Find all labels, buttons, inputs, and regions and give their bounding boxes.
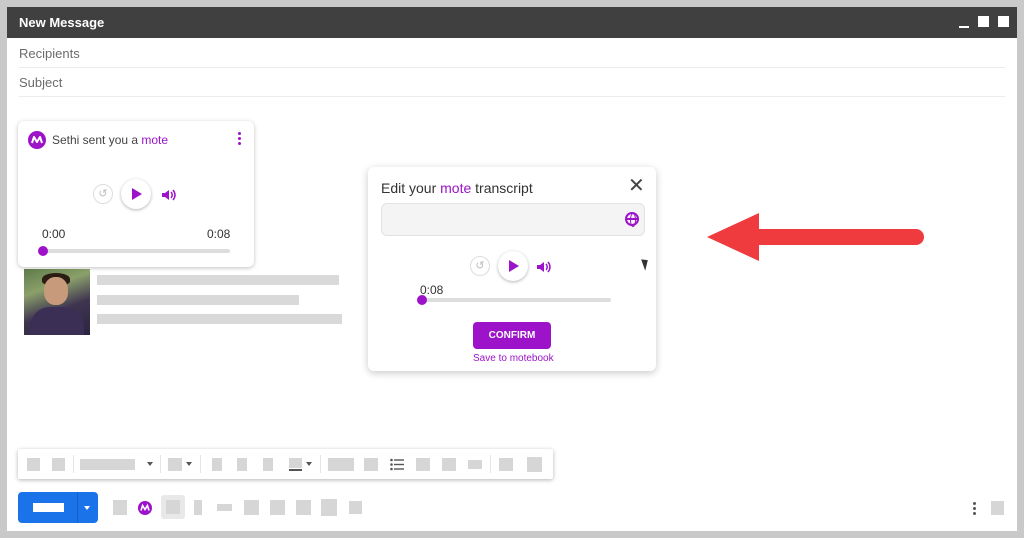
bold-icon[interactable] — [212, 458, 222, 471]
text-color-icon[interactable] — [289, 458, 302, 468]
close-icon[interactable]: ✕ — [628, 176, 645, 196]
mote-brand-word: mote — [141, 133, 169, 147]
send-button[interactable] — [18, 492, 98, 523]
volume-icon[interactable] — [161, 188, 177, 201]
close-window-icon[interactable] — [998, 16, 1009, 27]
indent-less-icon[interactable] — [416, 458, 430, 471]
annotation-arrow — [747, 229, 924, 245]
signature-line — [97, 295, 299, 305]
drive-icon[interactable] — [244, 500, 259, 515]
font-size-icon[interactable] — [168, 458, 182, 471]
link-icon[interactable] — [194, 500, 202, 515]
mote-card-heading: Sethi sent you a mote — [52, 133, 168, 147]
delete-icon[interactable] — [991, 501, 1004, 515]
signature-line — [97, 314, 342, 324]
chevron-down-icon[interactable] — [186, 462, 192, 466]
annotation-arrow-head — [707, 213, 759, 261]
popup-progress-track[interactable] — [422, 298, 611, 302]
replay-icon[interactable]: ↺ — [470, 256, 490, 276]
globe-icon[interactable] — [625, 212, 639, 227]
indent-more-icon[interactable] — [442, 458, 456, 471]
recipients-field[interactable]: Recipients — [19, 39, 1005, 68]
align-icon[interactable] — [328, 458, 354, 471]
text-color-bar — [289, 469, 302, 471]
chevron-down-icon[interactable] — [84, 506, 90, 510]
transcript-popup: Edit your mote transcript ✕ ↺ 0:08 CONFI… — [368, 167, 656, 371]
italic-icon[interactable] — [237, 458, 247, 471]
time-end: 0:08 — [207, 227, 231, 241]
popup-title-brand: mote — [440, 180, 472, 196]
popup-progress-thumb[interactable] — [417, 295, 427, 305]
time-start: 0:00 — [42, 227, 66, 241]
confirm-button[interactable]: CONFIRM — [473, 322, 551, 349]
popup-title-suffix: transcript — [471, 180, 533, 196]
more-options-icon[interactable] — [973, 502, 976, 517]
chevron-down-icon[interactable] — [147, 462, 153, 466]
lock-icon[interactable] — [296, 500, 311, 515]
avatar — [24, 269, 90, 335]
maximize-icon[interactable] — [978, 16, 989, 27]
progress-track[interactable] — [42, 249, 230, 253]
numbered-list-icon[interactable] — [364, 458, 378, 471]
mote-logo-icon[interactable] — [138, 501, 152, 515]
window-title: New Message — [19, 15, 105, 30]
popup-title: Edit your mote transcript — [381, 180, 533, 196]
save-to-motebook-link[interactable]: Save to motebook — [473, 353, 554, 364]
progress-thumb[interactable] — [38, 246, 48, 256]
signature-line — [97, 275, 339, 285]
volume-icon[interactable] — [536, 260, 552, 273]
play-button[interactable] — [121, 179, 151, 209]
send-label — [33, 503, 64, 512]
strikethrough-icon[interactable] — [499, 458, 513, 471]
mote-card: Sethi sent you a mote ↺ 0:00 0:08 — [18, 121, 254, 267]
bulleted-list-icon[interactable] — [390, 458, 404, 471]
redo-icon[interactable] — [52, 458, 65, 471]
compose-window: New Message Recipients Subject Sethi sen… — [7, 7, 1017, 531]
sender-text: Sethi sent you a — [52, 133, 142, 147]
transcript-input[interactable] — [381, 203, 645, 236]
popup-title-prefix: Edit your — [381, 180, 441, 196]
formatting-toolbar — [18, 449, 553, 479]
clear-formatting-icon[interactable] — [527, 457, 542, 472]
play-button[interactable] — [498, 251, 528, 281]
mote-logo-icon — [28, 131, 46, 149]
signature-icon[interactable] — [321, 499, 337, 516]
kebab-icon[interactable] — [238, 132, 242, 147]
emoji-icon[interactable] — [217, 504, 232, 511]
minimize-icon[interactable] — [959, 26, 969, 28]
undo-icon[interactable] — [27, 458, 40, 471]
subject-placeholder: Subject — [19, 75, 63, 90]
photo-icon[interactable] — [270, 500, 285, 515]
schedule-icon[interactable] — [349, 501, 362, 514]
attach-file-icon[interactable] — [161, 495, 185, 519]
quote-icon[interactable] — [468, 460, 482, 469]
compose-titlebar: New Message — [7, 7, 1017, 38]
replay-icon[interactable]: ↺ — [93, 184, 113, 204]
formatting-options-icon[interactable] — [113, 500, 127, 515]
chevron-down-icon[interactable] — [306, 462, 312, 466]
underline-icon[interactable] — [263, 458, 273, 471]
recipients-placeholder: Recipients — [19, 46, 80, 61]
font-family-select[interactable] — [80, 459, 135, 470]
subject-field[interactable]: Subject — [19, 68, 1005, 97]
